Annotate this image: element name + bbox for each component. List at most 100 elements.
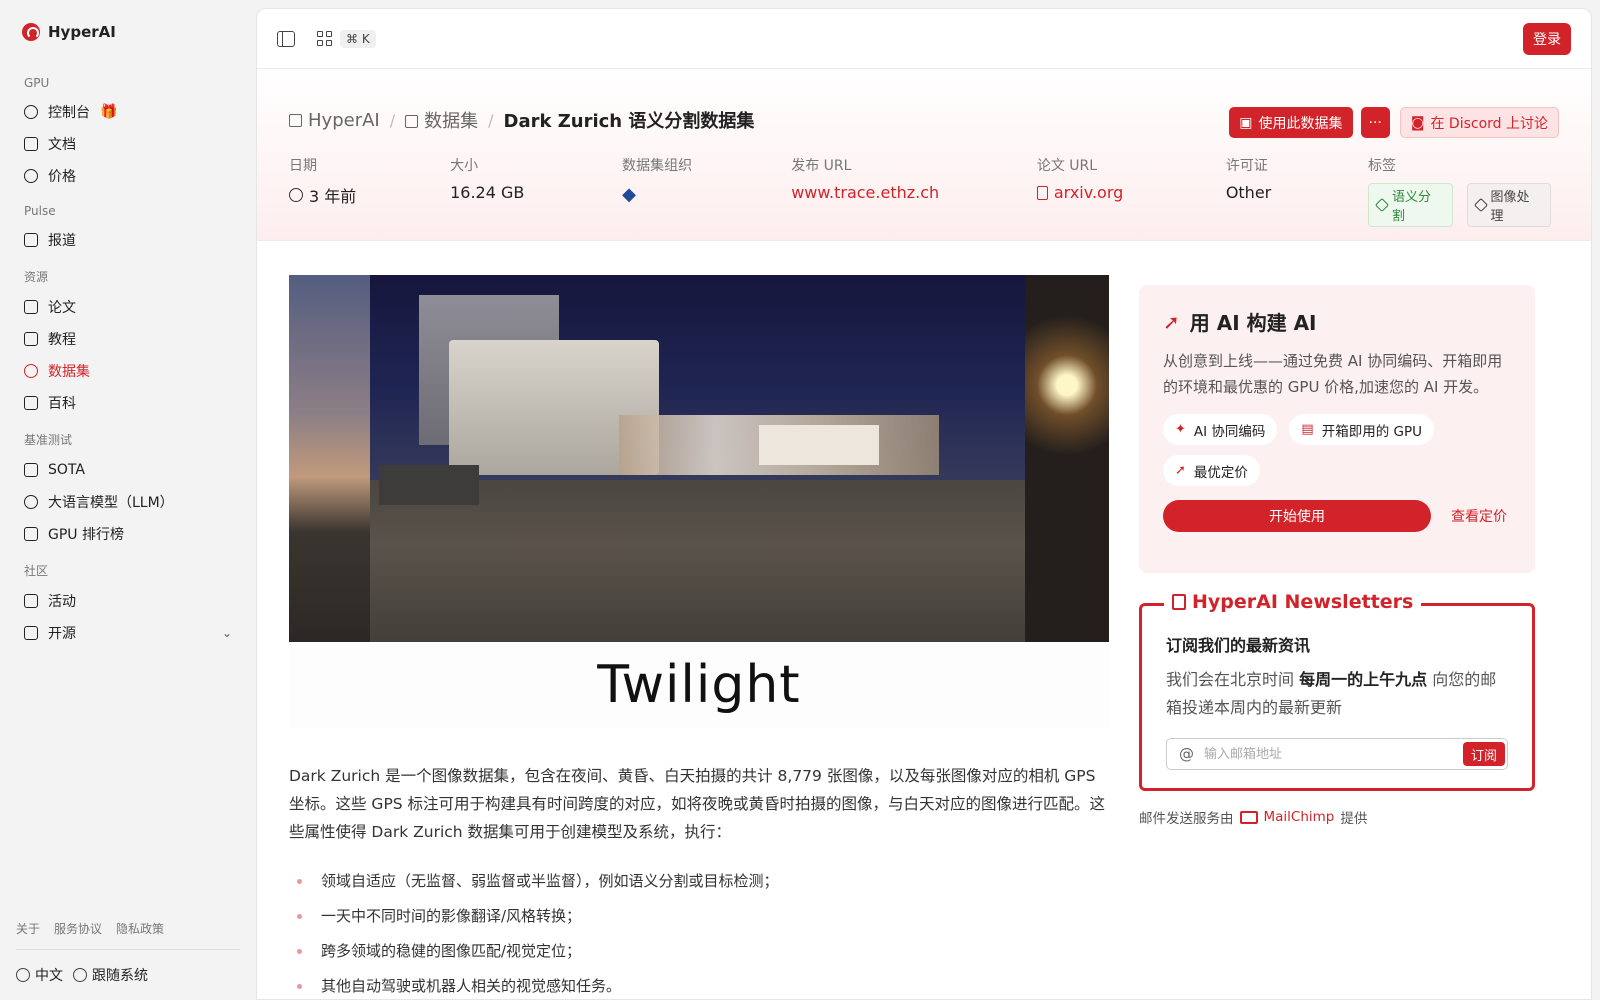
dataset-description: Dark Zurich 是一个图像数据集，包含在夜间、黄昏、白天拍摄的共计 8,…	[289, 767, 1106, 841]
gauge-icon	[24, 105, 38, 119]
sidebar-item-label: 大语言模型（LLM）	[48, 495, 174, 511]
sidebar-item-pricing[interactable]: 价格	[16, 160, 240, 192]
rocket-icon: ➚	[1175, 463, 1186, 478]
meta-paper-url: 论文 URL arxiv.org	[1036, 155, 1226, 227]
dollar-icon	[24, 169, 38, 183]
breadcrumb-datasets[interactable]: 数据集	[405, 107, 478, 133]
sidebar-item-label: GPU 排行榜	[48, 527, 124, 543]
promo-features: ✦ AI 协同编码 ▤ 开箱即用的 GPU ➚ 最优定价	[1163, 414, 1511, 486]
document-icon	[1036, 185, 1048, 200]
feature-chip: ▤ 开箱即用的 GPU	[1289, 414, 1434, 445]
sidebar-item-tutorials[interactable]: 教程	[16, 323, 240, 355]
footer-link-privacy[interactable]: 隐私政策	[116, 920, 164, 937]
promo-actions: 开始使用 查看定价	[1163, 500, 1511, 532]
nav-section-title: GPU	[24, 76, 50, 90]
theme-switch[interactable]: 跟随系统	[73, 965, 148, 985]
sidebar-item-events[interactable]: 活动	[16, 585, 240, 617]
breadcrumb-separator: /	[389, 110, 396, 130]
dataset-header: HyperAI / 数据集 / Dark Zurich 语义分割数据集 ▣ 使用…	[257, 69, 1591, 241]
newsletter-text: 我们会在北京时间 每周一的上午九点 向您的邮箱投递本周内的最新更新	[1166, 670, 1497, 717]
sidebar-item-datasets[interactable]: 数据集	[16, 355, 240, 387]
start-button[interactable]: 开始使用	[1163, 500, 1431, 532]
newspaper-icon	[24, 233, 38, 247]
more-options-button[interactable]: ···	[1360, 107, 1390, 138]
sidebar-item-news[interactable]: 报道	[16, 224, 240, 256]
dataset-content: Twilight Dark Zurich 是一个图像数据集，包含在夜间、黄昏、白…	[289, 275, 1109, 999]
tag-image-processing[interactable]: 图像处理	[1466, 183, 1551, 227]
list-item: 领域自适应（无监督、弱监督或半监督），例如语义分割或目标检测；	[289, 864, 1109, 899]
discord-button[interactable]: ◙ 在 Discord 上讨论	[1399, 107, 1559, 138]
discord-icon: ◙	[1410, 114, 1425, 131]
chip-icon	[24, 527, 38, 541]
calendar-icon	[24, 594, 38, 608]
at-icon: @	[1179, 745, 1194, 763]
sidebar-item-encyclopedia[interactable]: 百科	[16, 387, 240, 419]
meta-tags: 标签 语义分割 图像处理	[1368, 155, 1559, 227]
sidebar-item-sota[interactable]: SOTA	[16, 454, 240, 486]
sidebar-item-papers[interactable]: 论文	[16, 291, 240, 323]
sidebar-item-label: 控制台	[48, 105, 90, 121]
mail-icon	[1239, 810, 1258, 824]
topbar: ⌘ K 登录	[257, 9, 1591, 69]
clock-icon	[289, 188, 303, 202]
dataset-meta: 日期 3 年前 大小 16.24 GB 数据集组织 ◆ 发布 URL www.t…	[289, 155, 1559, 227]
subscribe-button[interactable]: 订阅	[1462, 742, 1505, 766]
dataset-preview-image	[289, 275, 1109, 642]
newsletter-box: HyperAI Newsletters 订阅我们的最新资讯 我们会在北京时间 每…	[1139, 591, 1535, 791]
feature-chip: ✦ AI 协同编码	[1163, 414, 1278, 445]
sidebar: HyperAI GPU 控制台 🎁 文档 价格 Pulse 报道 资源 论文 教…	[0, 0, 256, 1000]
hyperai-logo-icon	[22, 23, 40, 41]
nav-section-title: 社区	[24, 564, 49, 578]
nav-section-title: 资源	[24, 270, 49, 284]
email-input[interactable]	[1204, 746, 1453, 762]
promo-title: ➚ 用 AI 构建 AI	[1163, 309, 1317, 336]
use-dataset-button[interactable]: ▣ 使用此数据集	[1229, 107, 1353, 138]
page-title: Dark Zurich 语义分割数据集	[503, 111, 755, 132]
language-label: 中文	[35, 968, 63, 984]
mailchimp-link[interactable]: MailChimp	[1239, 809, 1334, 825]
command-shortcut[interactable]: ⌘ K	[340, 29, 376, 48]
apps-icon[interactable]	[317, 31, 332, 46]
database-icon	[24, 364, 38, 378]
list-item: 跨多领域的稳健的图像匹配/视觉定位；	[289, 934, 1109, 969]
build-ai-promo: ➚ 用 AI 构建 AI 从创意到上线——通过免费 AI 协同编码、开箱即用的环境…	[1139, 285, 1535, 573]
sidebar-item-label: 价格	[48, 169, 76, 185]
sidebar-toggle-icon[interactable]	[277, 30, 295, 47]
sidebar-item-console[interactable]: 控制台 🎁	[16, 96, 240, 128]
email-input-group: @ 订阅	[1166, 738, 1508, 770]
database-icon	[405, 115, 419, 128]
image-caption: Twilight	[289, 642, 1109, 728]
sidebar-item-docs[interactable]: 文档	[16, 128, 240, 160]
footer-link-about[interactable]: 关于	[16, 920, 40, 937]
nav-section-title: Pulse	[24, 204, 56, 218]
nav-section-pulse: Pulse 报道	[16, 196, 240, 256]
tag-semantic-segmentation[interactable]: 语义分割	[1368, 183, 1453, 227]
meta-organization: 数据集组织 ◆	[622, 158, 693, 207]
sidebar-item-label: 活动	[48, 594, 76, 610]
sidebar-item-llm[interactable]: 大语言模型（LLM）	[16, 486, 240, 518]
brand[interactable]: HyperAI	[16, 0, 240, 64]
terminal-icon: ▣	[1239, 114, 1253, 131]
ieee-logo-icon[interactable]: ◆	[622, 183, 642, 207]
nav-section-benchmarks: 基准测试 SOTA 大语言模型（LLM） GPU 排行榜	[16, 423, 240, 550]
view-pricing-link[interactable]: 查看定价	[1451, 506, 1507, 526]
chart-icon	[24, 463, 38, 477]
feature-chip: ➚ 最优定价	[1163, 455, 1260, 486]
nav-section-resources: 资源 论文 教程 数据集 百科	[16, 260, 240, 419]
newsletter-title: HyperAI Newsletters	[1164, 591, 1422, 613]
sidebar-item-label: SOTA	[48, 462, 85, 478]
sidebar-footer: 关于 服务协议 隐私政策 中文 跟随系统	[16, 920, 240, 1000]
language-switch[interactable]: 中文	[16, 965, 63, 985]
sidebar-item-gpu-leaderboard[interactable]: GPU 排行榜	[16, 518, 240, 550]
list-item: 其他自动驾驶或机器人相关的视觉感知任务。	[289, 969, 1109, 999]
release-url-link[interactable]: www.trace.ethz.ch	[791, 183, 1037, 202]
rocket-icon: ➚	[1163, 309, 1180, 334]
mail-provider-note: 邮件发送服务由 MailChimp 提供	[1139, 809, 1368, 827]
login-button[interactable]: 登录	[1523, 22, 1571, 55]
paper-url-link[interactable]: arxiv.org	[1036, 183, 1226, 202]
footer-link-terms[interactable]: 服务协议	[54, 920, 102, 937]
tag-icon	[1473, 197, 1488, 213]
list-item: 一天中不同时间的影像翻译/风格转换；	[289, 899, 1109, 934]
sidebar-item-open-source[interactable]: 开源 ⌄	[16, 617, 240, 649]
breadcrumb-home[interactable]: HyperAI	[289, 110, 380, 131]
